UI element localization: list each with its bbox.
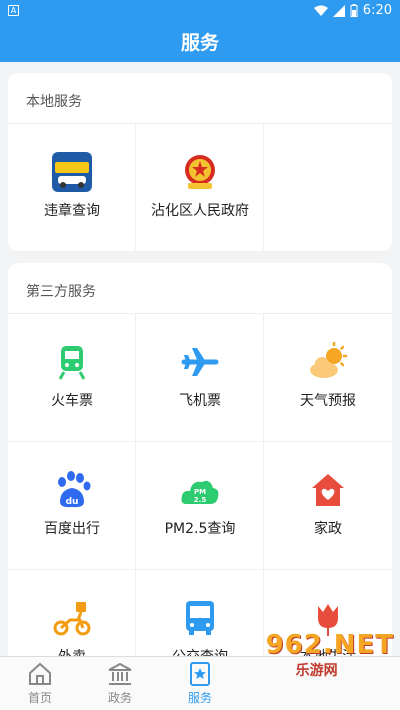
battery-icon [350,4,358,17]
service-label: PM2.5查询 [164,521,236,537]
clock: 6:20 [362,3,392,18]
train-icon [58,346,86,380]
empty-cell [264,124,392,252]
star-bookmark-icon [190,662,210,686]
nav-label: 首页 [27,691,52,705]
svg-text:PM: PM [194,488,206,496]
baidu-paw-icon: du [58,471,91,508]
pm25-cloud-icon: PM 2.5 [181,480,219,504]
service-item-takeout[interactable]: 外卖 [8,570,136,663]
local-services-title: 本地服务 [26,94,82,110]
service-label: 百度出行 [44,521,100,537]
wifi-icon [313,5,328,16]
notification-badge: A [8,5,19,16]
national-emblem-icon [185,155,215,189]
status-bar: A 6:20 [0,0,400,22]
service-item-baidu-travel[interactable]: du 百度出行 [8,442,136,570]
nav-label: 服务 [187,691,212,705]
service-label: 沾化区人民政府 [151,203,249,219]
service-label: 违章查询 [44,203,100,219]
title-bar: 服务 [0,22,400,62]
service-label: 飞机票 [179,393,221,409]
service-item-train-ticket[interactable]: 火车票 [8,314,136,442]
watermark-logo-text: 962.NET [265,630,394,660]
signal-icon [332,4,345,17]
bus-icon [186,601,214,635]
service-label: 火车票 [51,393,93,409]
service-label: 家政 [314,521,342,537]
service-item-plane-ticket[interactable]: 飞机票 [136,314,264,442]
third-party-services-title: 第三方服务 [26,284,96,300]
svg-text:2.5: 2.5 [194,496,207,504]
service-item-traffic-violation[interactable]: 违章查询 [8,124,136,252]
svg-text:du: du [66,497,79,507]
nav-label: 政务 [107,691,132,705]
watermark-site-name: 乐游网 [295,663,338,679]
nav-services[interactable]: 服务 [170,661,230,709]
weather-icon [310,342,348,378]
service-item-district-government[interactable]: 沾化区人民政府 [136,124,264,252]
government-building-icon [108,662,132,685]
service-item-housekeeping[interactable]: 家政 [264,442,392,570]
site-watermark: 962.NET 乐游网 [266,630,394,680]
home-icon [29,662,51,685]
scooter-icon [53,602,91,636]
home-heart-icon [312,474,344,506]
nav-government[interactable]: 政务 [90,661,150,709]
service-label: 天气预报 [300,393,356,409]
page-title: 服务 [180,32,219,54]
nav-home[interactable]: 首页 [10,661,70,709]
traffic-violation-icon [52,152,92,192]
airplane-icon [181,348,219,376]
service-item-pm25[interactable]: PM 2.5 PM2.5查询 [136,442,264,570]
third-party-services-card: 第三方服务 火车票 飞机票 天气预报 du 百度出行 PM 2.5 PM2.5查… [8,263,392,663]
service-item-bus[interactable]: 公交查询 [136,570,264,663]
local-services-card: 本地服务 违章查询 沾化区人民政府 [8,73,392,252]
service-item-weather[interactable]: 天气预报 [264,314,392,442]
